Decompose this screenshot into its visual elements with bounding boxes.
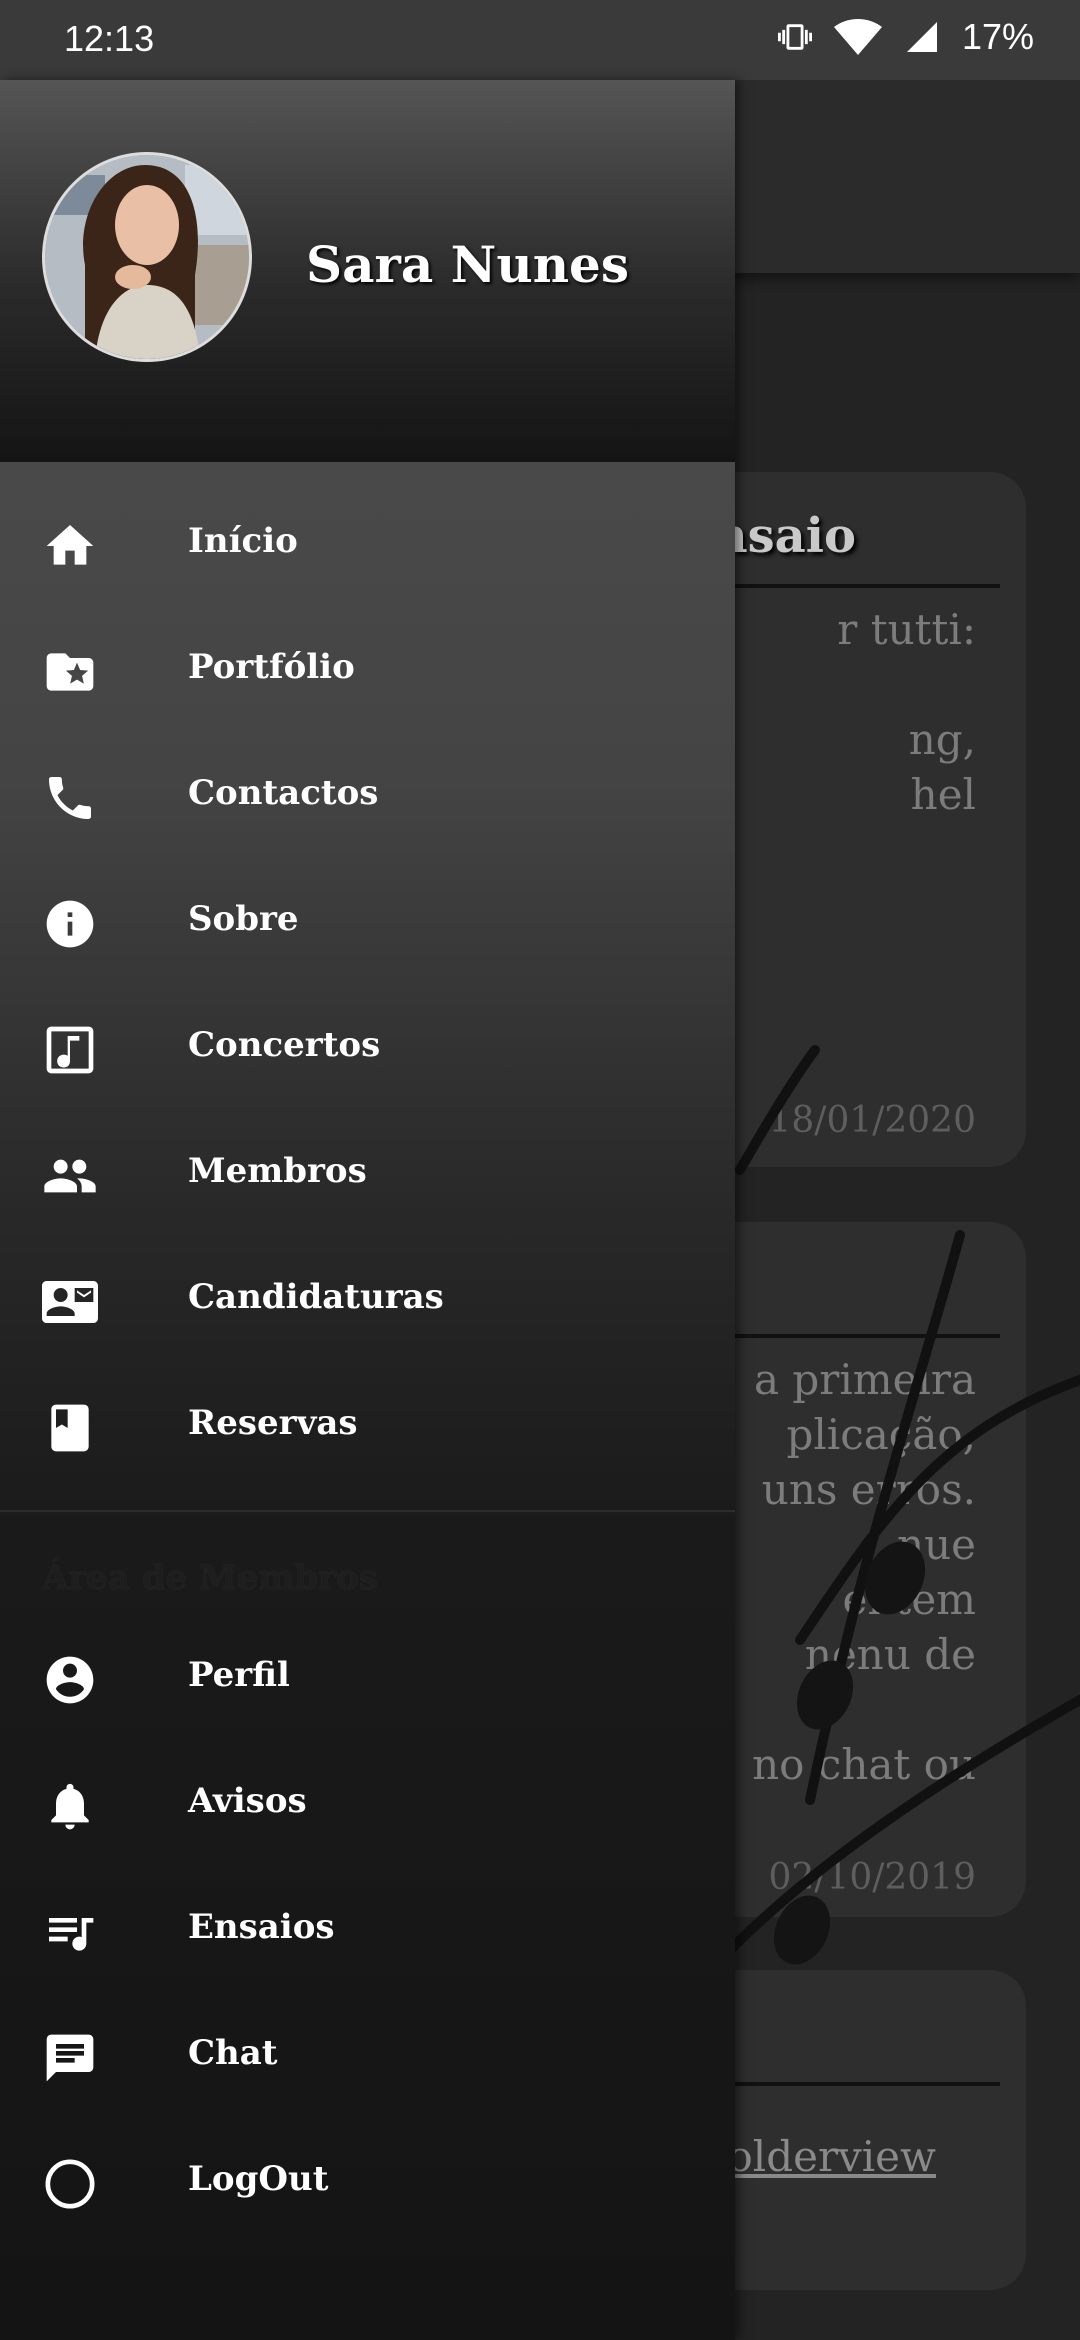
chat-icon (42, 2030, 98, 2086)
drawer-item-reservas[interactable]: Reservas (0, 1365, 735, 1491)
avatar[interactable] (42, 152, 252, 362)
contact-mail-icon (42, 1274, 98, 1330)
signal-icon (906, 22, 937, 52)
account-circle-icon (42, 1652, 98, 1708)
drawer-item-label: Ensaios (188, 1907, 335, 1947)
drawer-item-label: Concertos (188, 1025, 381, 1065)
drawer-item-label: Avisos (188, 1781, 307, 1821)
wifi-icon (833, 19, 882, 55)
profile-photo (45, 155, 249, 359)
people-icon (42, 1148, 98, 1204)
drawer-item-avisos[interactable]: Avisos (0, 1743, 735, 1869)
drawer-item-inicio[interactable]: Início (0, 483, 735, 609)
folder-star-icon (42, 644, 98, 700)
book-icon (42, 1400, 98, 1456)
drawer-item-label: Sobre (188, 899, 299, 939)
drawer-divider (0, 1510, 735, 1512)
drawer-item-label: Membros (188, 1151, 367, 1191)
drawer-item-label: Reservas (188, 1403, 358, 1443)
drawer-item-membros[interactable]: Membros (0, 1113, 735, 1239)
drawer-item-label: Perfil (188, 1655, 290, 1695)
status-time: 12:13 (64, 18, 155, 59)
drawer-item-ensaios[interactable]: Ensaios (0, 1869, 735, 1995)
drawer-item-contactos[interactable]: Contactos (0, 735, 735, 861)
drawer-item-label: Chat (188, 2033, 278, 2073)
bell-icon (42, 1778, 98, 1834)
home-icon (42, 518, 98, 574)
drawer-item-sobre[interactable]: Sobre (0, 861, 735, 987)
info-icon (42, 896, 98, 952)
drawer-item-chat[interactable]: Chat (0, 1995, 735, 2121)
battery-percentage: 17% (961, 16, 1034, 57)
drawer-item-label: Contactos (188, 773, 379, 813)
music-note-icon (42, 1022, 98, 1078)
navigation-drawer: Sara Nunes Início Portfólio Contactos So… (0, 80, 735, 2340)
vibrate-icon (777, 24, 812, 50)
section-title-members: Área de Membros (42, 1558, 378, 1598)
circle-icon (42, 2156, 98, 2212)
drawer-item-perfil[interactable]: Perfil (0, 1617, 735, 1743)
queue-music-icon (42, 1904, 98, 1960)
status-bar: 12:13 17% (0, 0, 1080, 80)
phone-icon (42, 770, 98, 826)
drawer-header: Sara Nunes (0, 80, 735, 462)
drawer-item-label: LogOut (188, 2159, 329, 2199)
drawer-item-concertos[interactable]: Concertos (0, 987, 735, 1113)
drawer-item-logout[interactable]: LogOut (0, 2121, 735, 2247)
user-name: Sara Nunes (306, 235, 630, 294)
drawer-item-portfolio[interactable]: Portfólio (0, 609, 735, 735)
drawer-item-label: Portfólio (188, 647, 355, 687)
drawer-item-label: Candidaturas (188, 1277, 444, 1317)
drawer-item-candidaturas[interactable]: Candidaturas (0, 1239, 735, 1365)
drawer-item-label: Início (188, 521, 298, 561)
status-icons: 17% (777, 16, 1034, 58)
